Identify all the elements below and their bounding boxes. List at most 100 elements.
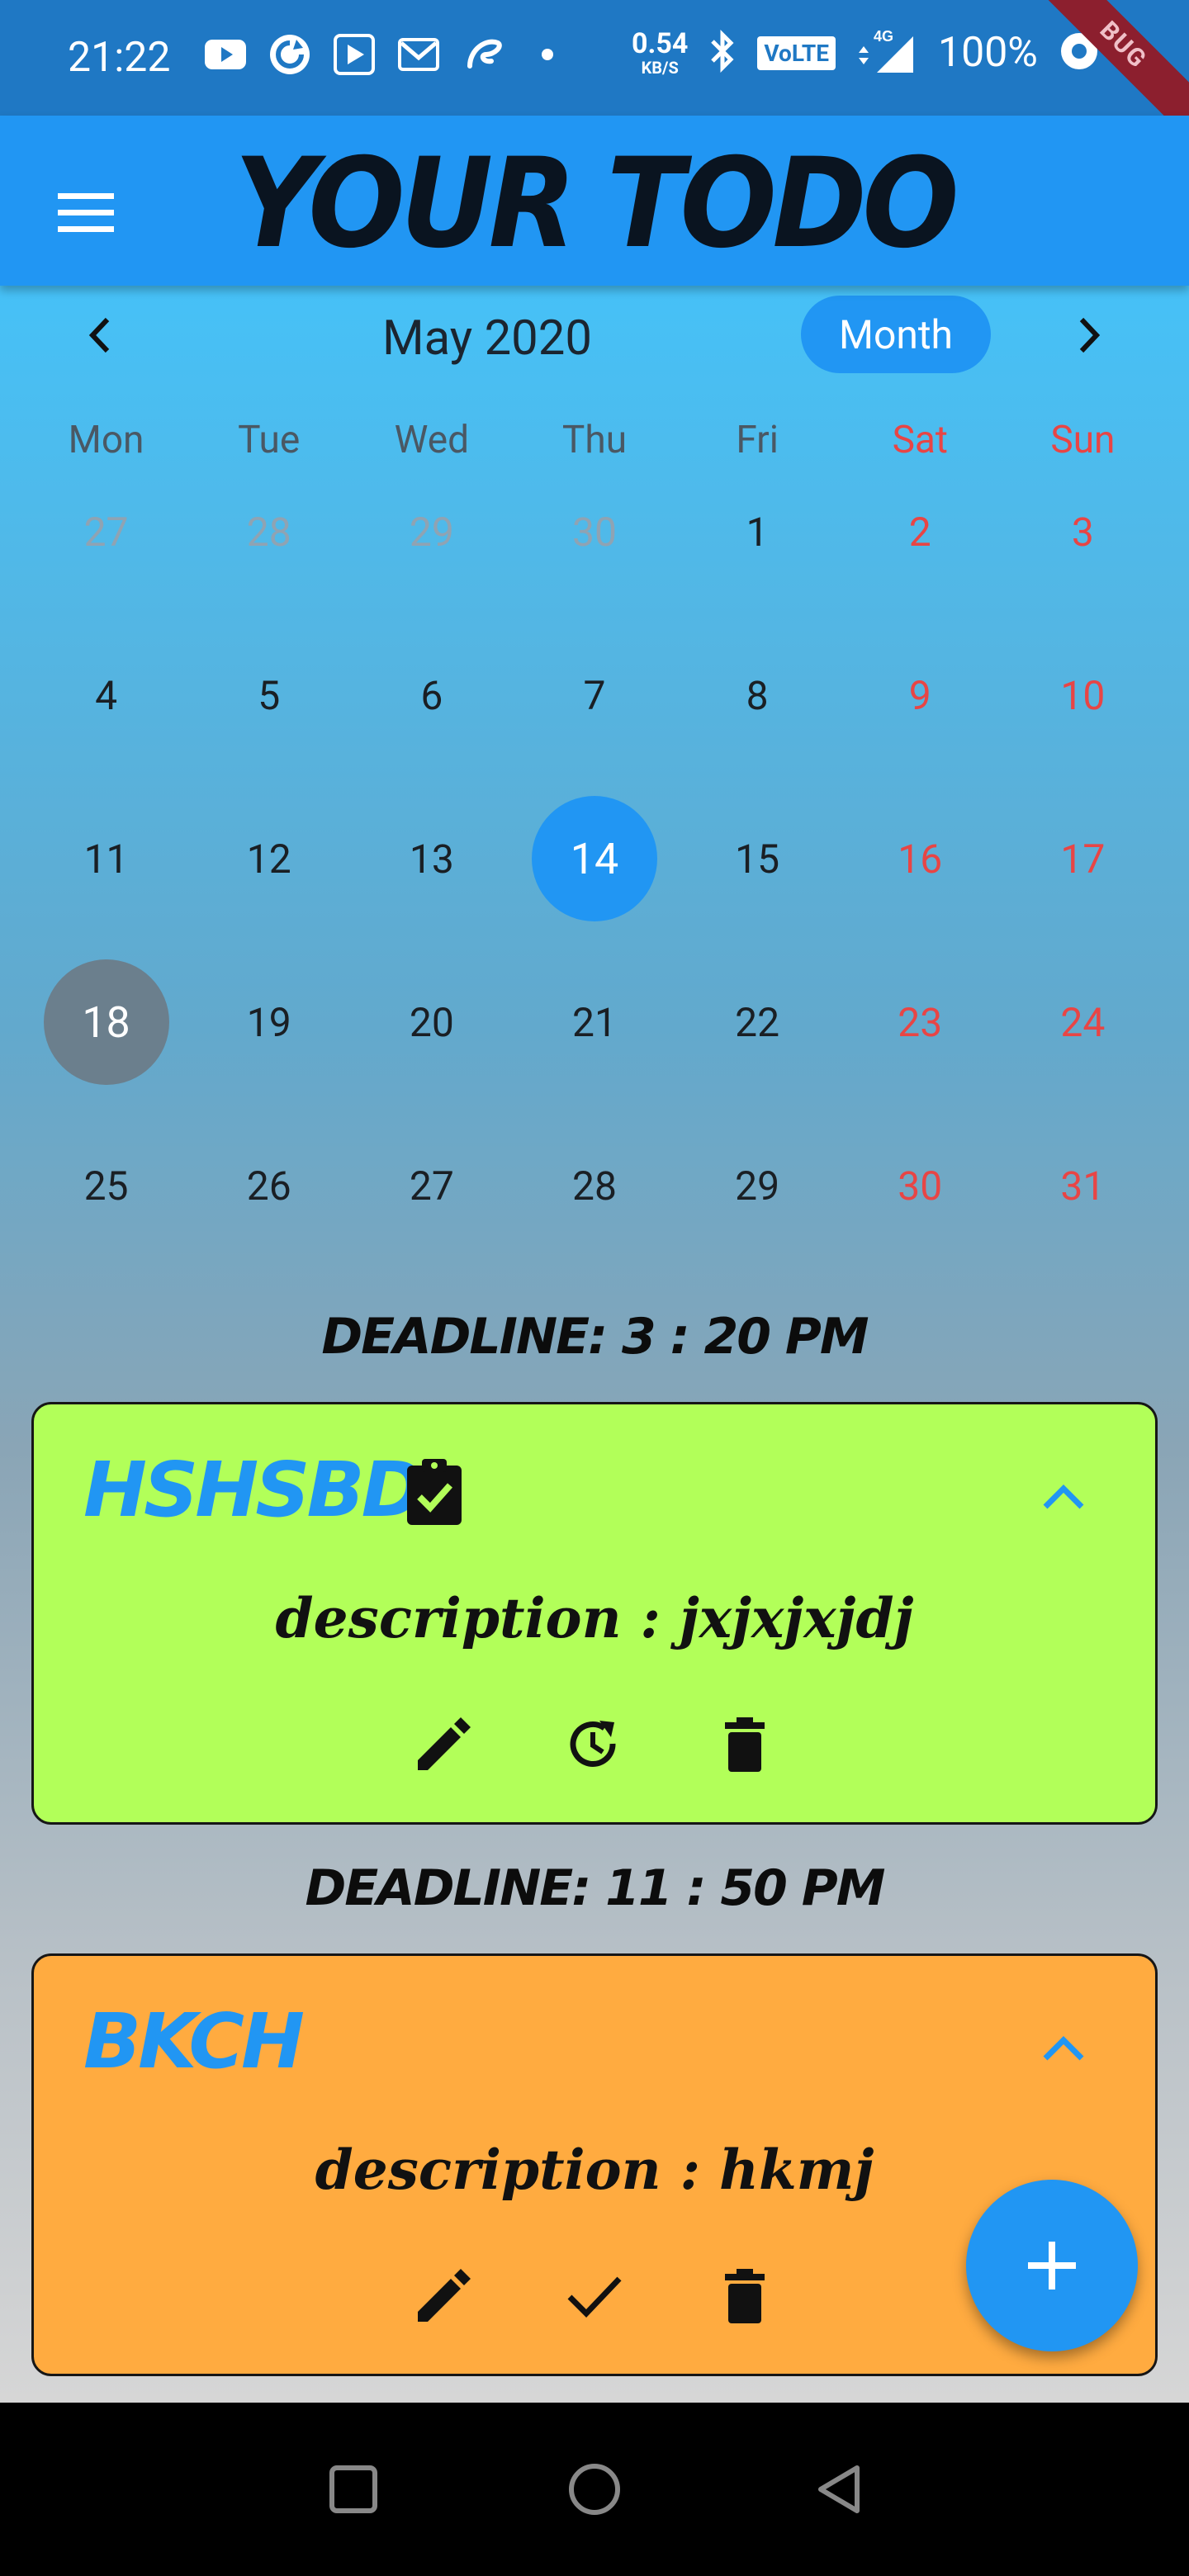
calendar-day[interactable]: 31	[1002, 1138, 1164, 1301]
volte-badge: VoLTE	[757, 36, 836, 70]
status-time: 21:22	[68, 34, 171, 82]
edit-icon	[418, 1717, 471, 1770]
calendar-day[interactable]: 30	[513, 484, 675, 647]
calendar-day[interactable]: 3	[1002, 484, 1164, 647]
next-month-button[interactable]	[1057, 302, 1123, 368]
check-icon	[567, 2276, 622, 2318]
calendar-day[interactable]: 21	[513, 974, 675, 1138]
day-number: 6	[420, 671, 443, 719]
chevron-right-icon	[1079, 317, 1101, 353]
calendar-day[interactable]: 23	[839, 974, 1002, 1138]
edit-icon	[418, 2269, 471, 2322]
task-actions	[34, 1710, 1155, 1778]
delete-button[interactable]	[711, 2261, 779, 2329]
calendar-day[interactable]: 4	[25, 647, 187, 811]
recents-button[interactable]	[312, 2448, 395, 2531]
day-number: 11	[83, 835, 129, 883]
calendar-format-button[interactable]: Month	[801, 296, 991, 373]
back-button[interactable]	[798, 2448, 880, 2531]
calendar-day[interactable]: 17	[1002, 811, 1164, 974]
task-card: HSHSBD description : jxjxjxjdj	[31, 1402, 1158, 1825]
calendar-day[interactable]: 10	[1002, 647, 1164, 811]
notification-icons	[202, 31, 571, 78]
task-deadline: DEADLINE: 11 : 50 PM	[305, 1859, 885, 1917]
calendar-month-title: May 2020	[382, 310, 592, 367]
system-icons: 0.54 KB/S VoLTE 4G 100%	[632, 28, 1102, 78]
weekday-label: Sun	[1050, 418, 1116, 462]
day-number: 3	[1071, 508, 1094, 556]
back-icon	[818, 2465, 860, 2513]
network-speed: 0.54 KB/S	[632, 30, 688, 76]
calendar-day[interactable]: 5	[187, 647, 350, 811]
calendar-day[interactable]: 9	[839, 647, 1002, 811]
calendar-day[interactable]: 29	[676, 1138, 839, 1301]
day-number: 16	[898, 835, 943, 883]
calendar-day[interactable]: 30	[839, 1138, 1002, 1301]
chevron-left-icon	[88, 317, 110, 353]
day-number: 7	[583, 671, 606, 719]
calendar-day[interactable]: 19	[187, 974, 350, 1138]
day-number: 24	[1060, 998, 1106, 1046]
signal-icon: 4G	[854, 28, 920, 78]
day-number: 2	[908, 508, 931, 556]
day-number: 18	[43, 959, 169, 1085]
day-number: 28	[572, 1162, 617, 1210]
collapse-button[interactable]	[1037, 1472, 1090, 1525]
edit-button[interactable]	[410, 1710, 478, 1778]
edit-button[interactable]	[410, 2261, 478, 2329]
calendar-day-selected[interactable]: 14	[513, 796, 675, 974]
day-number: 27	[409, 1162, 454, 1210]
calendar-day[interactable]: 1	[676, 484, 839, 647]
complete-button[interactable]	[561, 2261, 628, 2329]
calendar-day[interactable]: 28	[513, 1138, 675, 1301]
calendar-day[interactable]: 25	[25, 1138, 187, 1301]
calendar-day[interactable]: 24	[1002, 974, 1164, 1138]
delete-icon	[725, 2269, 765, 2323]
day-number: 5	[258, 671, 281, 719]
calendar-day[interactable]: 7	[513, 647, 675, 811]
task-title: HSHSBD	[83, 1446, 424, 1534]
calendar-day[interactable]: 2	[839, 484, 1002, 647]
task-title: BKCH	[83, 1997, 305, 2086]
calendar-day[interactable]: 16	[839, 811, 1002, 974]
calendar-day[interactable]: 20	[350, 974, 513, 1138]
day-number: 27	[83, 508, 129, 556]
calendar-day[interactable]: 27	[25, 484, 187, 647]
calendar-day-today[interactable]: 18	[25, 959, 187, 1138]
calendar-day[interactable]: 22	[676, 974, 839, 1138]
net-speed-value: 0.54	[632, 27, 689, 60]
day-number: 13	[409, 835, 454, 883]
delete-button[interactable]	[711, 1710, 779, 1778]
day-number: 30	[572, 508, 617, 556]
day-number: 17	[1060, 835, 1106, 883]
day-number: 30	[898, 1162, 943, 1210]
app-bar: YOUR TODO	[0, 116, 1189, 286]
day-number: 15	[735, 835, 780, 883]
home-button[interactable]	[553, 2448, 636, 2531]
calendar-day[interactable]: 28	[187, 484, 350, 647]
weekday-label: Wed	[394, 418, 470, 462]
add-task-button[interactable]	[966, 2180, 1138, 2351]
day-number: 22	[735, 998, 780, 1046]
calendar-day[interactable]: 15	[676, 811, 839, 974]
weekday-label: Mon	[68, 418, 144, 462]
calendar-day[interactable]: 6	[350, 647, 513, 811]
day-number: 25	[83, 1162, 129, 1210]
weekday-label: Tue	[238, 418, 301, 462]
calendar-day[interactable]: 8	[676, 647, 839, 811]
collapse-button[interactable]	[1037, 2024, 1090, 2076]
calendar-day[interactable]: 27	[350, 1138, 513, 1301]
delete-icon	[725, 1717, 765, 1772]
calendar-day[interactable]: 12	[187, 811, 350, 974]
restore-button[interactable]	[561, 1710, 628, 1778]
day-number: 26	[246, 1162, 291, 1210]
previous-month-button[interactable]	[66, 302, 132, 368]
calendar-day[interactable]: 11	[25, 811, 187, 974]
add-icon	[1028, 2242, 1076, 2290]
net-speed-unit: KB/S	[641, 58, 679, 78]
navigation-bar	[0, 2403, 1189, 2576]
calendar-day[interactable]: 29	[350, 484, 513, 647]
calendar-day[interactable]: 26	[187, 1138, 350, 1301]
calendar-day[interactable]: 13	[350, 811, 513, 974]
day-number: 14	[531, 796, 657, 921]
